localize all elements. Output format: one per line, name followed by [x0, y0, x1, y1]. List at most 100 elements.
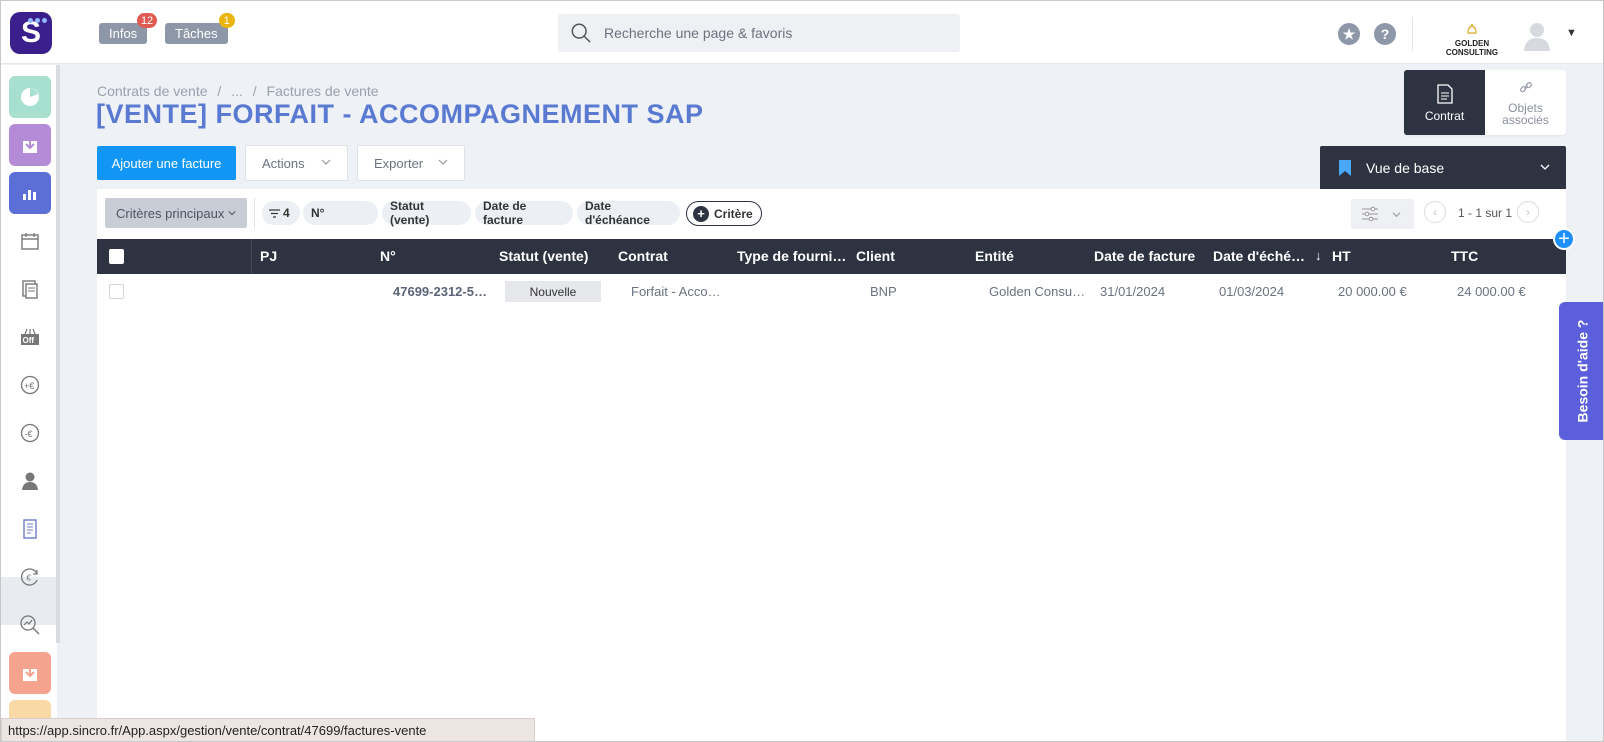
breadcrumb-contrats-link[interactable]: Contrats de vente [97, 83, 208, 99]
column-header-pj[interactable]: PJ [260, 248, 277, 264]
column-header-entite[interactable]: Entité [975, 248, 1014, 264]
add-icon[interactable]: + [1553, 228, 1575, 250]
main-criteria-label: Critères principaux [116, 205, 225, 221]
column-header-client[interactable]: Client [856, 248, 895, 264]
breadcrumb-separator: / [252, 83, 257, 99]
breadcrumb-separator: / [217, 83, 222, 99]
plus-icon: + [693, 205, 709, 222]
user-menu-caret-icon[interactable]: ▼ [1566, 27, 1577, 39]
cell-date-facture: 31/01/2024 [1100, 284, 1166, 299]
svg-text:Off: Off [23, 336, 35, 345]
infos-label: Infos [109, 26, 138, 41]
active-filter-count-chip[interactable]: 4 [262, 201, 300, 225]
minus-euro-icon[interactable]: -€ [9, 412, 51, 454]
download-icon[interactable] [9, 124, 51, 166]
export-icon[interactable] [9, 652, 51, 694]
column-header-type[interactable]: Type de fourni… [737, 248, 846, 264]
app-logo[interactable]: S [10, 12, 52, 54]
invoice-icon[interactable] [9, 508, 51, 550]
euro-cycle-icon[interactable]: € [9, 556, 51, 598]
pager-text: 1 - 1 sur 1 [1458, 206, 1513, 220]
column-settings-dropdown[interactable] [1351, 199, 1414, 229]
infos-button[interactable]: Infos 12 [99, 13, 158, 44]
taches-label: Tâches [175, 26, 218, 41]
column-header-date-echeance[interactable]: Date d'éché… [1213, 248, 1305, 264]
filter-chip-numero[interactable]: N° [303, 201, 378, 225]
app-window: S Infos 12 Tâches 1 ★ ? GOLDEN CONSULTIN… [0, 0, 1604, 742]
left-rail: Off +€ -€ € [1, 65, 57, 741]
taches-button[interactable]: Tâches 1 [165, 13, 235, 44]
filter-chip-date-echeance[interactable]: Date d'échéance [577, 199, 680, 227]
company-name: GOLDEN CONSULTING [1445, 39, 1499, 57]
export-dropdown[interactable]: Exporter [357, 145, 465, 181]
actions-dropdown[interactable]: Actions [245, 145, 348, 181]
column-header-ht[interactable]: HT [1332, 248, 1351, 264]
company-logo-icon [1467, 24, 1477, 34]
add-invoice-button[interactable]: Ajouter une facture [97, 146, 236, 180]
rail-item-partial[interactable] [9, 700, 51, 720]
select-all-checkbox[interactable] [109, 249, 124, 264]
user-icon[interactable] [9, 460, 51, 502]
invoice-list-panel: Critères principaux 4 N° Statut (vente) … [97, 189, 1566, 741]
chevron-down-icon [1392, 211, 1401, 217]
logo-dots [28, 18, 47, 23]
cell-numero-link[interactable]: 47699-2312-5… [393, 284, 487, 299]
column-header-numero[interactable]: N° [380, 248, 396, 264]
off-icon[interactable]: Off [9, 316, 51, 358]
row-checkbox[interactable] [109, 284, 124, 299]
filter-bar: Critères principaux 4 N° Statut (vente) … [97, 189, 1566, 237]
search-input[interactable] [604, 25, 934, 41]
filter-icon [269, 208, 280, 218]
link-icon [1519, 81, 1532, 92]
tab-contrat[interactable]: Contrat [1404, 70, 1485, 135]
cell-ht: 20 000.00 € [1338, 284, 1407, 299]
filter-chip-date-facture[interactable]: Date de facture [475, 199, 573, 227]
search-chart-icon[interactable] [9, 604, 51, 646]
bookmark-icon [1339, 159, 1351, 176]
breadcrumb-ellipsis-link[interactable]: ... [231, 83, 243, 99]
pager-next-button[interactable]: › [1517, 201, 1539, 223]
tab-objets-label-line1: Objets [1508, 100, 1543, 115]
page-title: [VENTE] FORFAIT - ACCOMPAGNEMENT SAP [96, 99, 704, 129]
cell-client: BNP [870, 284, 897, 299]
svg-text:€: € [27, 574, 32, 583]
global-search[interactable] [558, 14, 960, 52]
table-header: PJ N° Statut (vente) Contrat Type de fou… [97, 239, 1566, 274]
calendar-icon[interactable] [9, 220, 51, 262]
help-tab[interactable]: Besoin d'aide ? [1559, 302, 1603, 440]
chevron-down-icon [1540, 164, 1550, 170]
top-bar: S Infos 12 Tâches 1 ★ ? GOLDEN CONSULTIN… [1, 1, 1603, 64]
column-header-contrat[interactable]: Contrat [618, 248, 668, 264]
export-label: Exporter [374, 155, 424, 171]
pager-prev-button[interactable]: ‹ [1424, 201, 1446, 223]
add-criteria-label: Critère [714, 206, 753, 221]
column-header-statut[interactable]: Statut (vente) [499, 248, 588, 264]
column-header-date-facture[interactable]: Date de facture [1094, 248, 1195, 264]
cell-ttc: 24 000.00 € [1457, 284, 1526, 299]
breadcrumb: Contrats de vente / ... / Factures de ve… [97, 83, 385, 99]
sort-arrow-icon[interactable]: ↓ [1315, 248, 1322, 263]
table-row[interactable]: 47699-2312-5… Nouvelle Forfait - Acco… B… [97, 274, 1566, 310]
context-tabs: Contrat Objets associés [1404, 70, 1566, 135]
plus-euro-icon[interactable]: +€ [9, 364, 51, 406]
column-header-ttc[interactable]: TTC [1451, 248, 1478, 264]
chart-icon[interactable] [9, 172, 51, 214]
add-criteria-button[interactable]: + Critère [686, 201, 762, 226]
documents-icon[interactable] [9, 268, 51, 310]
rail-scrollbar[interactable] [56, 65, 60, 643]
filter-chip-statut[interactable]: Statut (vente) [382, 199, 471, 227]
help-icon[interactable]: ? [1374, 23, 1396, 45]
tab-objets-associes[interactable]: Objets associés [1485, 70, 1566, 135]
divider [254, 198, 255, 228]
company-selector[interactable]: GOLDEN CONSULTING [1431, 23, 1513, 57]
browser-status-url: https://app.sincro.fr/App.aspx/gestion/v… [1, 718, 535, 741]
dashboard-icon[interactable] [9, 76, 51, 118]
favorites-star-icon[interactable]: ★ [1338, 23, 1360, 45]
user-avatar-icon[interactable] [1523, 21, 1551, 51]
view-selector[interactable]: Vue de base [1320, 146, 1566, 189]
search-icon [571, 23, 591, 43]
tab-objets-label-line2: associés [1502, 112, 1549, 127]
main-criteria-dropdown[interactable]: Critères principaux [105, 198, 247, 228]
taches-count-badge: 1 [218, 13, 235, 28]
cell-entite: Golden Consu… [989, 284, 1086, 299]
